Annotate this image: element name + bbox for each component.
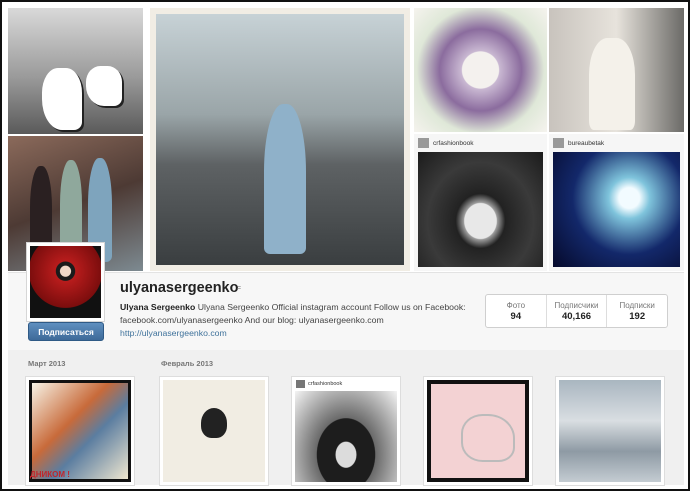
caption-user[interactable]: bureaubetak xyxy=(568,140,604,147)
thumb-image xyxy=(29,380,131,482)
collage-photo-wreath[interactable] xyxy=(414,8,547,132)
month-label: Февраль 2013 xyxy=(161,359,214,368)
photo-timeline: Март 2013 Февраль 2013 ДНИКОМ ! crfashio… xyxy=(8,350,684,485)
username: ulyanasergeenko xyxy=(120,280,239,296)
collage-photo-main[interactable] xyxy=(150,8,410,271)
collage-photo-show[interactable]: bureaubetak xyxy=(549,134,684,271)
heel-shape xyxy=(42,68,82,130)
photo-caption: bureaubetak xyxy=(553,137,604,149)
photo-thumb[interactable] xyxy=(424,377,532,485)
verified-icon: = xyxy=(237,285,242,292)
bunny-shape xyxy=(461,414,515,462)
photo-caption: crfashionbook xyxy=(418,137,473,149)
caption-user[interactable]: crfashionbook xyxy=(308,381,342,387)
caption-user[interactable]: crfashionbook xyxy=(433,140,473,147)
stat-value: 192 xyxy=(629,310,646,322)
photo-thumb[interactable]: crfashionbook xyxy=(292,377,400,485)
user-thumb-icon xyxy=(296,380,305,388)
stat-label: Подписчики xyxy=(554,300,599,310)
follow-button[interactable]: Подписаться xyxy=(28,322,104,341)
avatar[interactable] xyxy=(26,242,105,322)
user-thumb-icon xyxy=(418,138,429,148)
photo-thumb[interactable] xyxy=(160,377,268,485)
thumb-image xyxy=(163,380,265,482)
avatar-image xyxy=(30,246,101,318)
stat-followers[interactable]: Подписчики 40,166 xyxy=(547,295,608,327)
figure xyxy=(264,104,306,254)
collage-photo-heels[interactable] xyxy=(8,8,143,134)
heel-shape xyxy=(86,66,122,106)
show-photo xyxy=(553,152,680,267)
stat-label: Фото xyxy=(506,300,526,310)
instagram-profile-page: crfashionbook bureaubetak Подписаться ul… xyxy=(0,0,690,491)
profile-header: Подписаться ulyanasergeenko = Ulyana Ser… xyxy=(8,242,684,351)
month-label: Март 2013 xyxy=(28,359,66,368)
photo-thumb[interactable]: ДНИКОМ ! xyxy=(26,377,134,485)
thumb-image xyxy=(295,391,397,482)
website-link[interactable]: http://ulyanasergeenko.com xyxy=(120,327,472,340)
thumb-image xyxy=(427,380,529,482)
stats-box: Фото 94 Подписчики 40,166 Подписки 192 xyxy=(485,294,668,328)
collage-photo-hat[interactable]: crfashionbook xyxy=(414,134,547,271)
cat-shape xyxy=(201,408,227,438)
stat-value: 40,166 xyxy=(561,310,592,322)
stat-following[interactable]: Подписки 192 xyxy=(607,295,667,327)
figure xyxy=(589,38,635,130)
stat-label: Подписки xyxy=(619,300,655,310)
bio: Ulyana Sergeenko Ulyana Sergeenko Offici… xyxy=(120,301,472,340)
photo-caption: crfashionbook xyxy=(296,380,342,388)
user-thumb-icon xyxy=(553,138,564,148)
main-photo xyxy=(156,14,404,265)
full-name: Ulyana Sergeenko xyxy=(120,302,196,312)
hat-photo xyxy=(418,152,543,267)
stat-value: 94 xyxy=(510,310,522,322)
stat-photos[interactable]: Фото 94 xyxy=(486,295,547,327)
thumb-text: ДНИКОМ ! xyxy=(30,470,70,479)
thumb-image xyxy=(559,380,661,482)
collage-photo-dress[interactable] xyxy=(549,8,684,132)
photo-thumb[interactable] xyxy=(556,377,664,485)
